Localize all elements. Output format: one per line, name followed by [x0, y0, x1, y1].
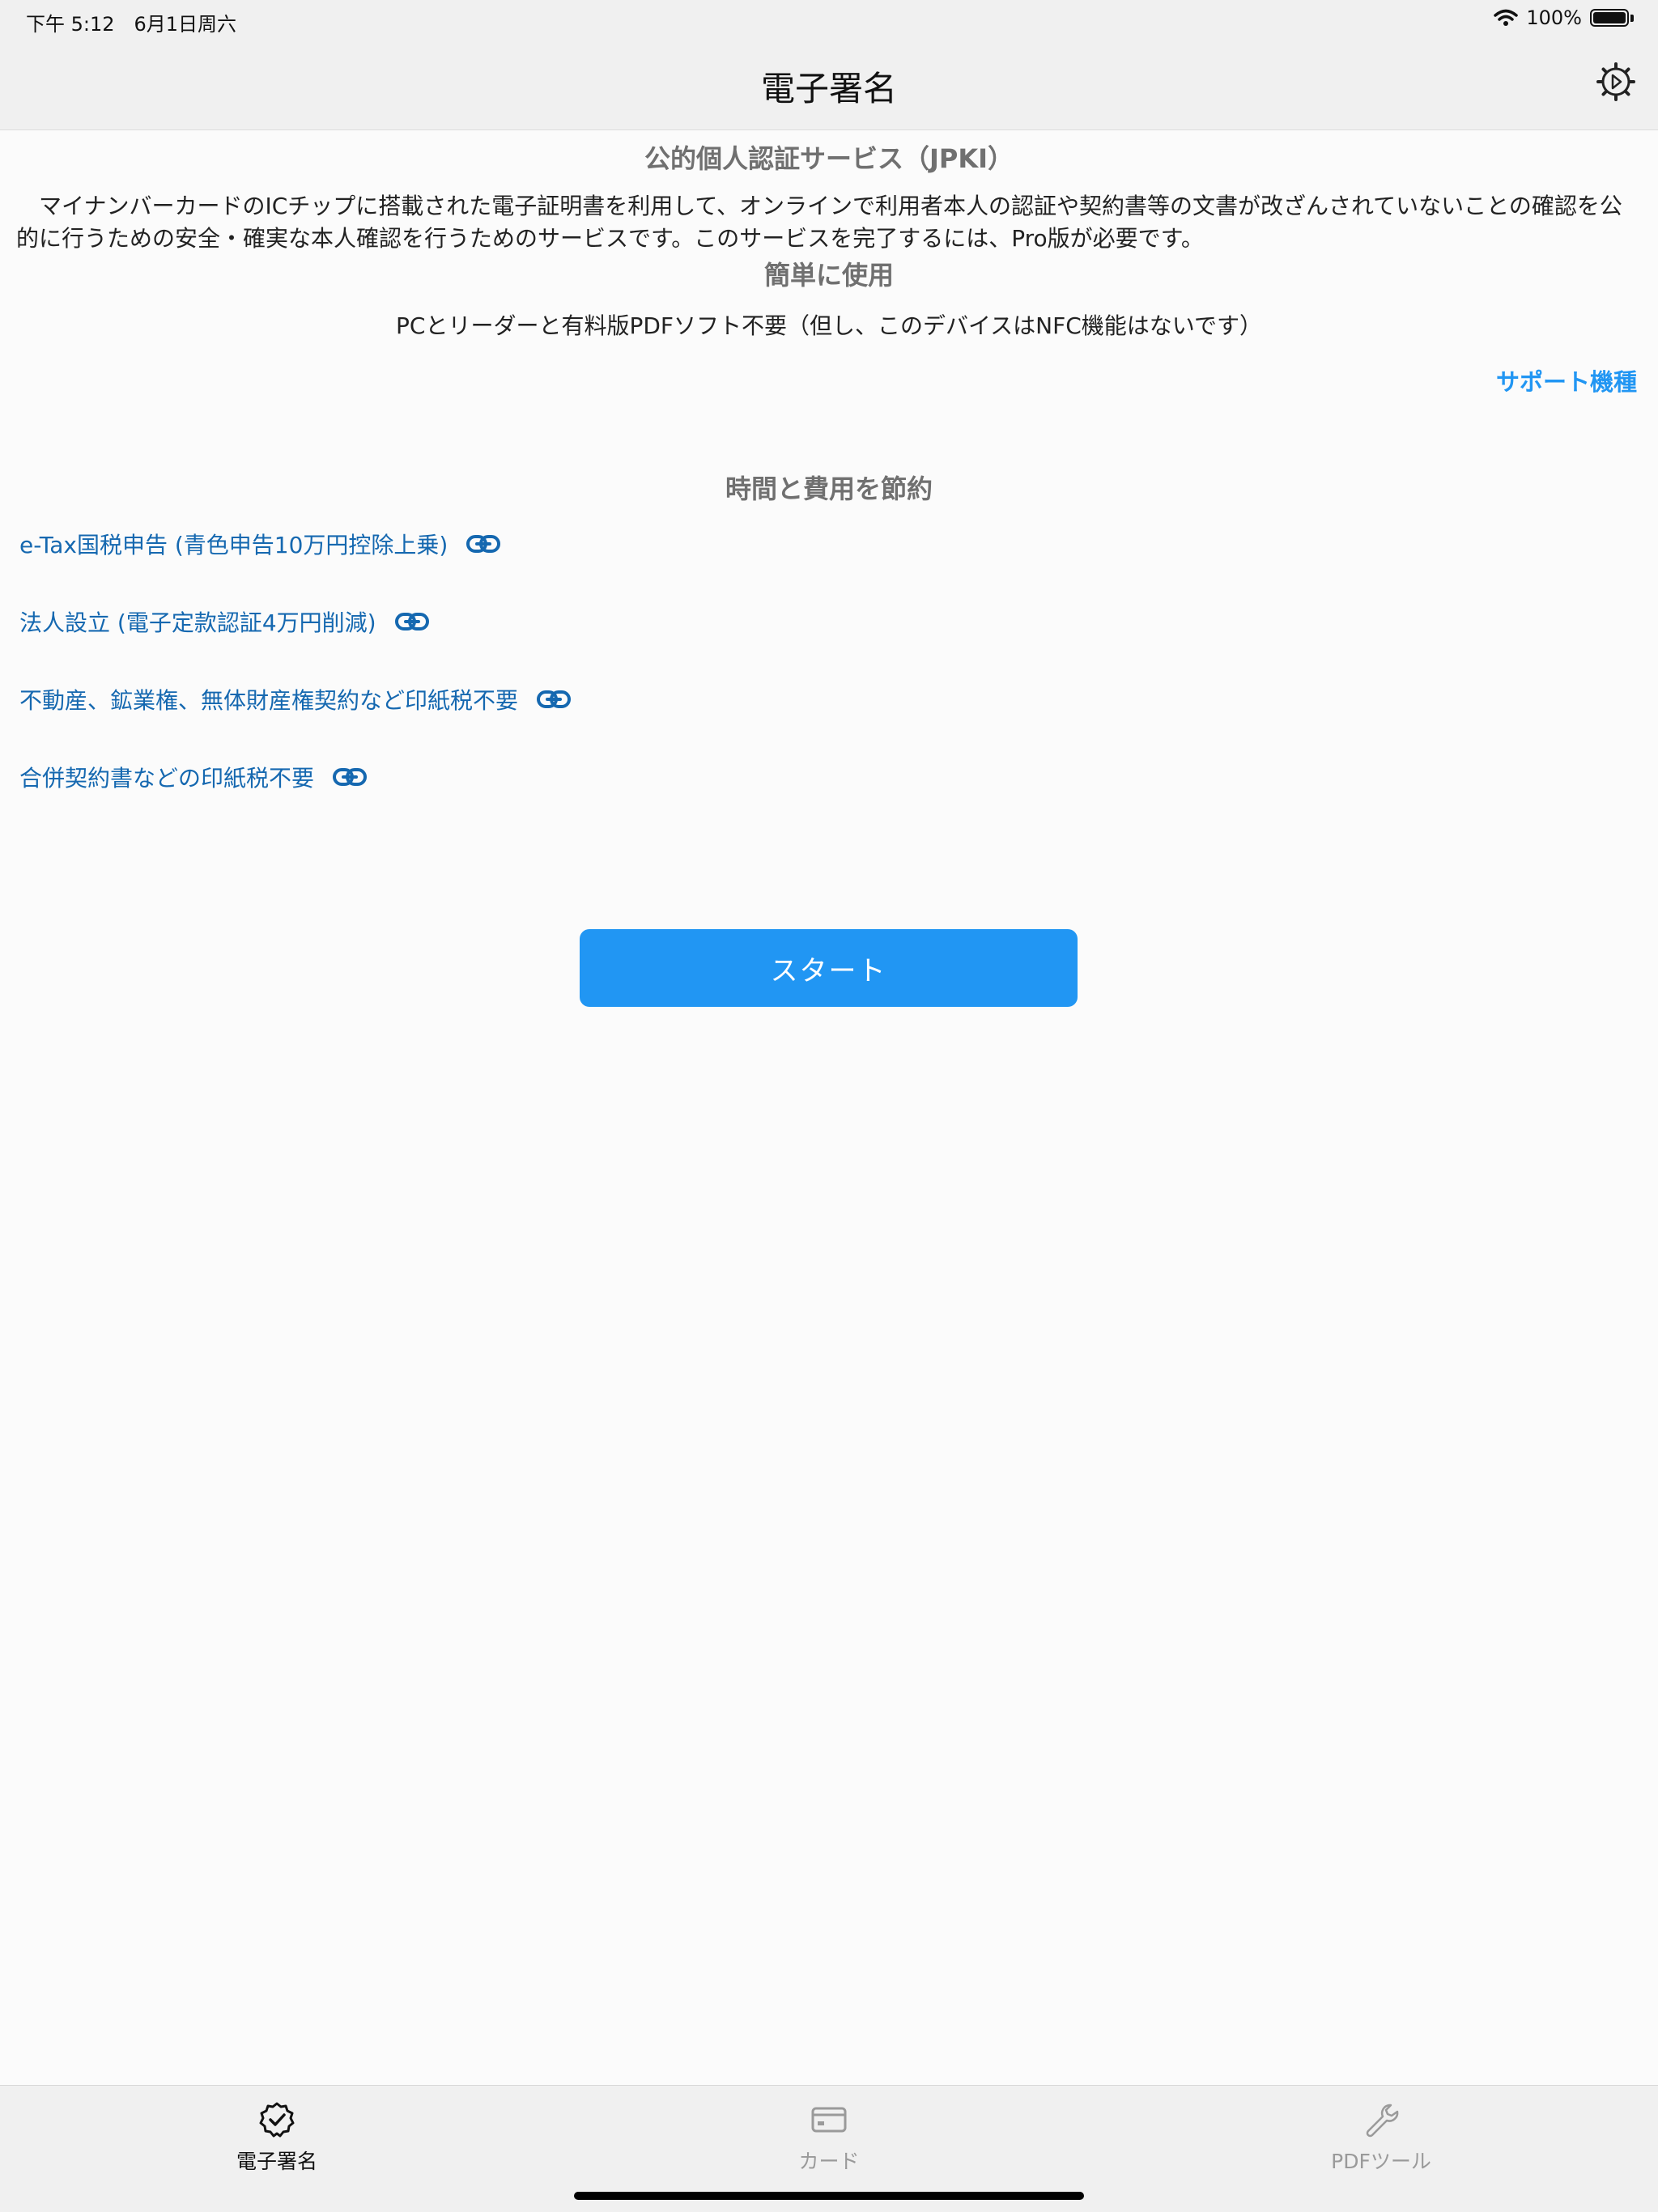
card-icon: [811, 2107, 847, 2133]
tab-card[interactable]: カード: [708, 2100, 950, 2175]
seal-check-icon: [259, 2102, 295, 2138]
jpki-title: 公的個人認証サービス（JPKI）: [644, 143, 1014, 174]
benefit-label: 法人設立 (電子定款認証4万円削減): [19, 609, 376, 636]
page-title: 電子署名: [760, 69, 897, 108]
status-time-date: 下午 5:12 6月1日周六: [26, 13, 237, 36]
link-icon[interactable]: [394, 610, 430, 633]
easy-description: PCとリーダーと有料版PDFソフト不要（但し、このデバイスはNFC機能はないです…: [396, 312, 1262, 339]
benefit-label: 不動産、鉱業権、無体財産権契約など印紙税不要: [19, 687, 519, 714]
link-icon[interactable]: [536, 688, 572, 711]
benefit-label: 合併契約書などの印紙税不要: [19, 765, 315, 792]
battery-tip: [1630, 14, 1634, 22]
link-icon[interactable]: [332, 766, 368, 788]
status-indicators: 100%: [1494, 6, 1634, 29]
easy-title: 簡単に使用: [763, 260, 894, 291]
tab-label: 電子署名: [236, 2150, 317, 2173]
tab-e-signature[interactable]: 電子署名: [155, 2100, 398, 2175]
benefit-link-real-estate[interactable]: 不動産、鉱業権、無体財産権契約など印紙税不要: [19, 683, 572, 715]
tab-pdf-tools[interactable]: PDFツール: [1260, 2100, 1503, 2175]
benefit-link-incorporation[interactable]: 法人設立 (電子定款認証4万円削減): [19, 605, 430, 638]
link-icon[interactable]: [466, 533, 501, 555]
benefit-link-etax[interactable]: e-Tax国税申告 (青色申告10万円控除上乗): [19, 528, 501, 560]
wifi-icon: [1494, 9, 1519, 26]
home-indicator: [574, 2192, 1084, 2200]
jpki-description: マイナンバーカードのICチップに搭載された電子証明書を利用して、オンラインで利用…: [16, 193, 1622, 252]
tab-label: PDFツール: [1331, 2150, 1431, 2173]
benefit-link-merger[interactable]: 合併契約書などの印紙税不要: [19, 761, 368, 793]
status-bar: 下午 5:12 6月1日周六 100%: [0, 0, 1658, 40]
wrench-icon: [1366, 2104, 1399, 2138]
battery-icon: [1590, 9, 1629, 27]
tab-label: カード: [798, 2150, 860, 2173]
start-button[interactable]: スタート: [580, 929, 1078, 1007]
benefit-label: e-Tax国税申告 (青色申告10万円控除上乗): [19, 532, 449, 558]
save-title: 時間と費用を節約: [725, 473, 933, 504]
gear-icon[interactable]: [1595, 61, 1637, 103]
supported-devices-link[interactable]: サポート機種: [1496, 363, 1637, 397]
battery-percent: 100%: [1526, 6, 1582, 29]
navigation-bar: 電子署名: [0, 40, 1658, 130]
